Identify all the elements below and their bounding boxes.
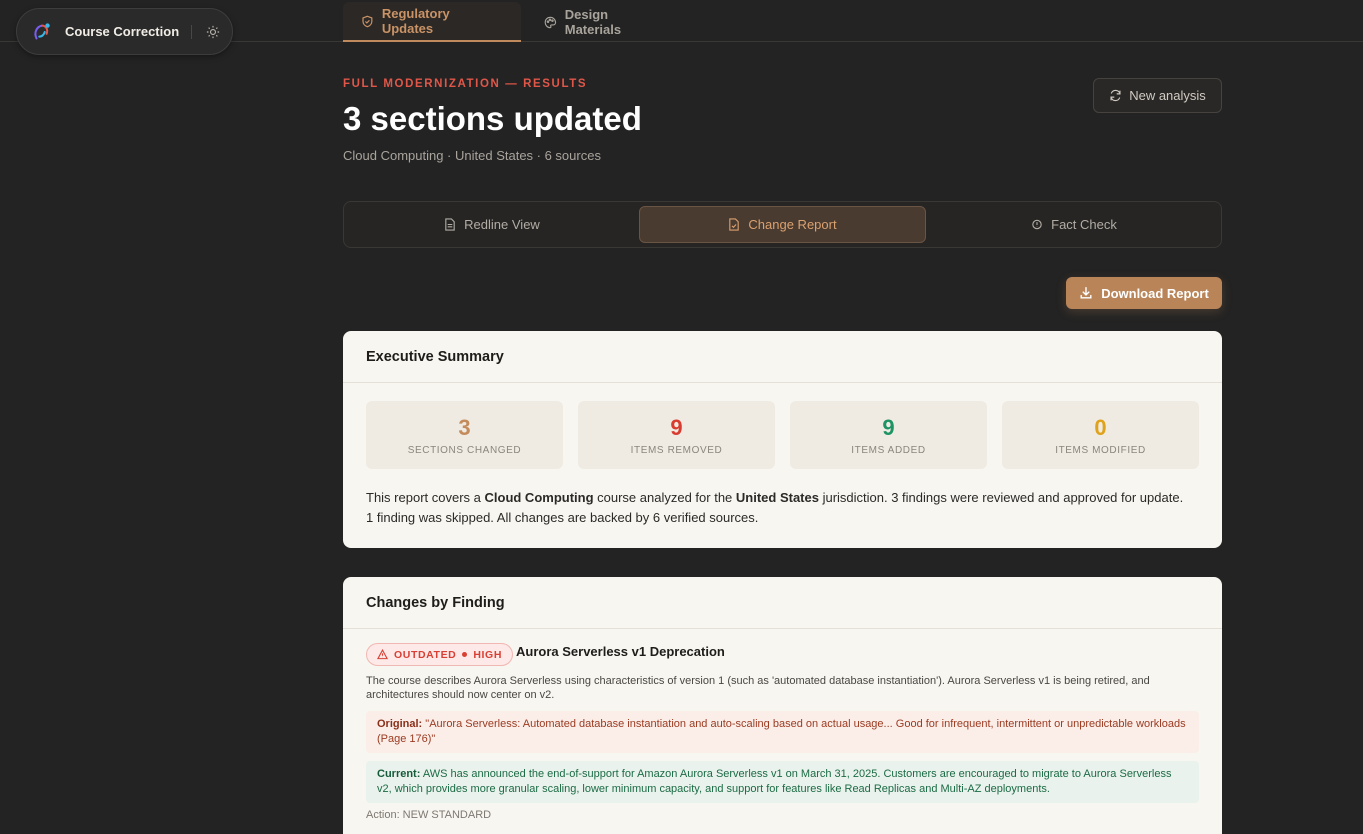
stat-items-added: 9 ITEMS ADDED: [790, 401, 987, 469]
tab-label: Design Materials: [564, 7, 622, 37]
report-icon: [729, 218, 740, 231]
course-correction-logo: [34, 22, 50, 39]
tab-label: Regulatory Updates: [381, 6, 450, 36]
changes-heading: Changes by Finding: [343, 577, 1222, 629]
summary-text: This report covers a Cloud Computing cou…: [366, 488, 1186, 528]
stat-value: 9: [670, 414, 683, 440]
summary-part: This report covers a: [366, 490, 485, 505]
stats-row: 3 SECTIONS CHANGED 9 ITEMS REMOVED 9 ITE…: [366, 401, 1199, 469]
finding-description: The course describes Aurora Serverless u…: [366, 675, 1150, 701]
tab-redline-view[interactable]: Redline View: [348, 206, 636, 243]
shield-check-icon: [362, 15, 373, 27]
badge-severity: HIGH: [473, 648, 503, 661]
brand-pill: Course Correction: [16, 8, 233, 55]
tab-fact-check[interactable]: Fact Check: [930, 206, 1218, 243]
tab-label: Fact Check: [1051, 217, 1117, 232]
document-icon: [445, 218, 455, 231]
changes-by-finding-card: Changes by Finding OUTDATED HIGH Aurora …: [343, 577, 1222, 834]
new-analysis-label: New analysis: [1129, 88, 1206, 103]
finding-action: Action: NEW STANDARD: [366, 809, 492, 821]
stat-sections-changed: 3 SECTIONS CHANGED: [366, 401, 563, 469]
stat-value: 0: [1094, 414, 1107, 440]
new-analysis-button[interactable]: New analysis: [1093, 78, 1222, 113]
stat-items-modified: 0 ITEMS MODIFIED: [1002, 401, 1199, 469]
stat-value: 9: [882, 414, 895, 440]
executive-summary-heading: Executive Summary: [343, 331, 1222, 383]
current-text: AWS has announced the end-of-support for…: [377, 768, 1172, 795]
stat-label: ITEMS ADDED: [851, 444, 926, 456]
stat-label: ITEMS MODIFIED: [1055, 444, 1146, 456]
original-label: Original:: [377, 718, 423, 730]
badge-dot: [462, 652, 468, 657]
summary-course: Cloud Computing: [484, 490, 594, 505]
app-name: Course Correction: [65, 24, 180, 39]
stat-label: SECTIONS CHANGED: [407, 444, 522, 456]
original-text: "Aurora Serverless: Automated database i…: [377, 718, 1186, 745]
palette-icon: [544, 16, 557, 28]
stat-items-removed: 9 ITEMS REMOVED: [578, 401, 775, 469]
warning-icon: [377, 649, 388, 660]
divider: [191, 24, 193, 39]
finding-title: Aurora Serverless v1 Deprecation: [516, 644, 725, 659]
current-label: Current:: [377, 768, 421, 780]
tab-design-materials[interactable]: Design Materials: [526, 2, 684, 42]
view-tabs: Redline View Change Report Fact Check: [343, 201, 1222, 248]
finding-item: OUTDATED HIGH Aurora Serverless v1 Depre…: [366, 643, 1199, 821]
page-title: 3 sections updated: [343, 100, 642, 137]
badge-type: OUTDATED: [394, 648, 457, 661]
results-eyebrow: FULL MODERNIZATION — RESULTS: [343, 78, 588, 90]
download-label: Download Report: [1101, 285, 1209, 301]
executive-summary-card: Executive Summary 3 SECTIONS CHANGED 9 I…: [343, 331, 1222, 548]
original-quote: Original: "Aurora Serverless: Automated …: [366, 711, 1199, 753]
shield-icon: [1032, 219, 1042, 230]
download-report-button[interactable]: Download Report: [1066, 277, 1222, 309]
stat-value: 3: [458, 414, 471, 440]
summary-part: course analyzed for the: [593, 490, 736, 505]
tab-label: Change Report: [748, 217, 837, 232]
page-subtitle: Cloud Computing · United States · 6 sour…: [343, 148, 601, 163]
tab-label: Redline View: [464, 217, 540, 232]
sun-icon[interactable]: [206, 25, 220, 39]
summary-jurisdiction: United States: [735, 490, 819, 505]
download-icon: [1080, 287, 1092, 299]
tab-change-report[interactable]: Change Report: [639, 206, 926, 243]
severity-badge: OUTDATED HIGH: [366, 643, 514, 666]
stat-label: ITEMS REMOVED: [630, 444, 723, 456]
tab-regulatory-updates[interactable]: Regulatory Updates: [343, 2, 521, 42]
refresh-icon: [1110, 89, 1121, 102]
current-statement: Current: AWS has announced the end-of-su…: [366, 761, 1199, 803]
